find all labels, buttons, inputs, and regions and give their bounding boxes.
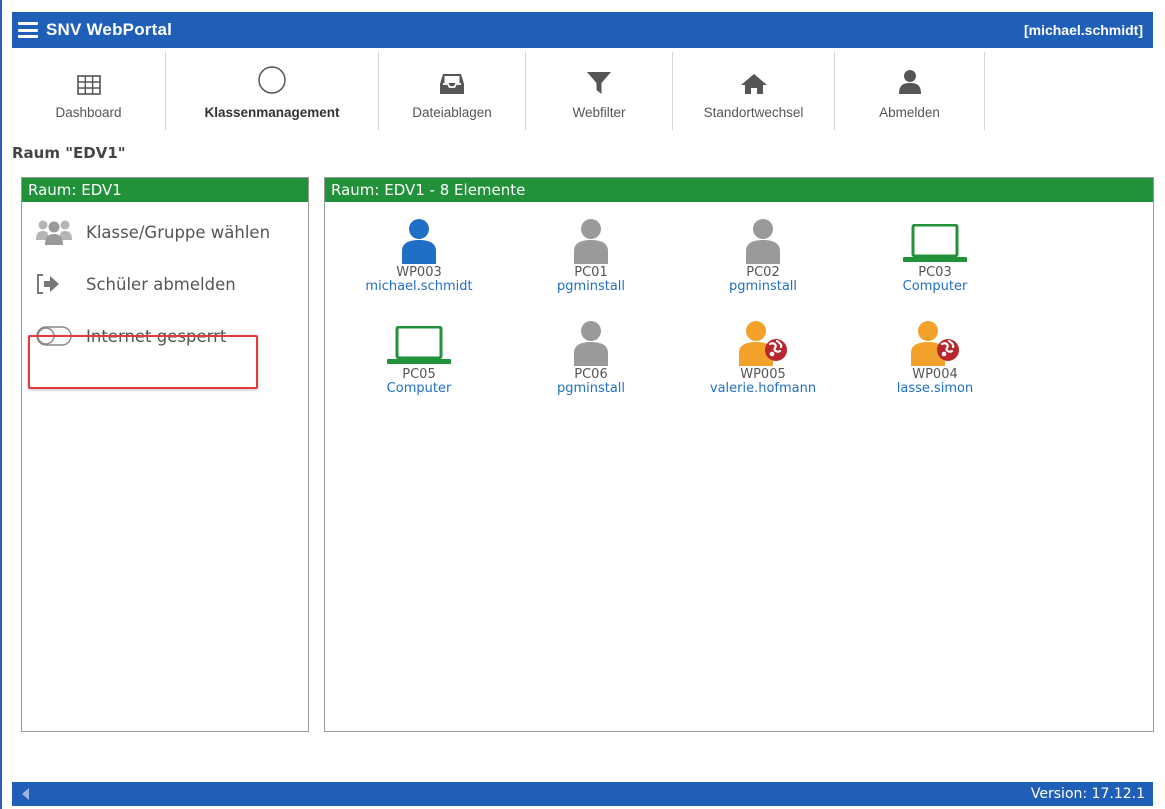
device-user[interactable]: lasse.simon	[897, 382, 974, 396]
nav-abmelden[interactable]: Abmelden	[835, 52, 985, 130]
collapse-left-icon[interactable]	[22, 788, 29, 800]
device-user[interactable]: valerie.hofmann	[710, 382, 816, 396]
inbox-icon	[439, 65, 465, 95]
choose-class-group-action[interactable]: Klasse/Gruppe wählen	[22, 206, 308, 258]
main-nav: Dashboard Klassenmanagement Dateiablagen…	[12, 48, 1153, 134]
device-name: WP005	[740, 367, 786, 382]
device-grid: WP003 michael.schmidt PC01 pgminstall PC…	[333, 214, 1021, 418]
device-tile[interactable]: PC01 pgminstall	[505, 214, 677, 316]
logout-students-action[interactable]: Schüler abmelden	[22, 258, 308, 310]
device-user[interactable]: pgminstall	[729, 280, 797, 294]
app-title: SNV WebPortal	[46, 20, 173, 39]
laptop-icon	[900, 214, 970, 264]
device-name: PC05	[402, 367, 436, 382]
nav-dashboard-label: Dashboard	[55, 105, 122, 120]
choose-class-group-label: Klasse/Gruppe wählen	[86, 222, 271, 242]
group-icon	[36, 216, 72, 248]
device-user[interactable]: pgminstall	[557, 382, 625, 396]
device-tile[interactable]: WP003 michael.schmidt	[333, 214, 505, 316]
grid-icon	[76, 65, 101, 95]
room-actions-header: Raum: EDV1	[22, 178, 308, 202]
device-user[interactable]: michael.schmidt	[365, 280, 472, 294]
user-blue-icon	[384, 214, 454, 264]
device-tile[interactable]: PC02 pgminstall	[677, 214, 849, 316]
user-orange-blocked-icon	[728, 316, 798, 366]
nav-standortwechsel[interactable]: Standortwechsel	[673, 52, 835, 130]
page-title: Raum "EDV1"	[12, 144, 126, 162]
nav-webfilter-label: Webfilter	[572, 105, 626, 120]
home-icon	[740, 65, 768, 95]
device-tile[interactable]: PC03 Computer	[849, 214, 1021, 316]
device-tile[interactable]: PC06 pgminstall	[505, 316, 677, 418]
nav-dateiablagen[interactable]: Dateiablagen	[379, 52, 526, 130]
hamburger-menu-icon[interactable]	[18, 22, 38, 38]
laptop-icon	[384, 316, 454, 366]
nav-klassenmanagement[interactable]: Klassenmanagement	[166, 52, 379, 130]
user-orange-blocked-icon	[900, 316, 970, 366]
room-actions-panel: Raum: EDV1 Klasse/Gruppe wählen Schüler …	[21, 177, 309, 732]
device-tile[interactable]: PC05 Computer	[333, 316, 505, 418]
user-icon	[898, 65, 922, 95]
device-user[interactable]: Computer	[903, 280, 968, 294]
user-gray-icon	[556, 316, 626, 366]
nav-standortwechsel-label: Standortwechsel	[703, 105, 804, 120]
highlight-annotation	[28, 335, 258, 389]
device-tile[interactable]: WP004 lasse.simon	[849, 316, 1021, 418]
device-name: WP003	[396, 265, 442, 280]
device-name: PC02	[746, 265, 780, 280]
room-devices-panel: Raum: EDV1 - 8 Elemente WP003 michael.sc…	[324, 177, 1154, 732]
current-user[interactable]: [michael.schmidt]	[1024, 22, 1143, 38]
filter-icon	[586, 65, 612, 95]
logout-icon	[36, 268, 72, 300]
device-name: WP004	[912, 367, 958, 382]
user-gray-icon	[728, 214, 798, 264]
brand: SNV WebPortal	[18, 20, 172, 40]
device-tile[interactable]: WP005 valerie.hofmann	[677, 316, 849, 418]
circle-icon	[257, 65, 287, 95]
window-left-edge	[0, 0, 2, 809]
top-bar: SNV WebPortal [michael.schmidt]	[12, 12, 1153, 48]
version-label: Version: 17.12.1	[1030, 786, 1145, 802]
device-user[interactable]: Computer	[387, 382, 452, 396]
device-name: PC06	[574, 367, 608, 382]
device-name: PC03	[918, 265, 952, 280]
nav-abmelden-label: Abmelden	[879, 105, 940, 120]
nav-dateiablagen-label: Dateiablagen	[412, 105, 492, 120]
nav-webfilter[interactable]: Webfilter	[526, 52, 673, 130]
bottom-bar: Version: 17.12.1	[12, 782, 1153, 806]
logout-students-label: Schüler abmelden	[86, 274, 236, 294]
nav-dashboard[interactable]: Dashboard	[12, 52, 166, 130]
nav-klassenmanagement-label: Klassenmanagement	[204, 105, 340, 120]
user-gray-icon	[556, 214, 626, 264]
device-name: PC01	[574, 265, 608, 280]
room-devices-header: Raum: EDV1 - 8 Elemente	[325, 178, 1153, 202]
device-user[interactable]: pgminstall	[557, 280, 625, 294]
